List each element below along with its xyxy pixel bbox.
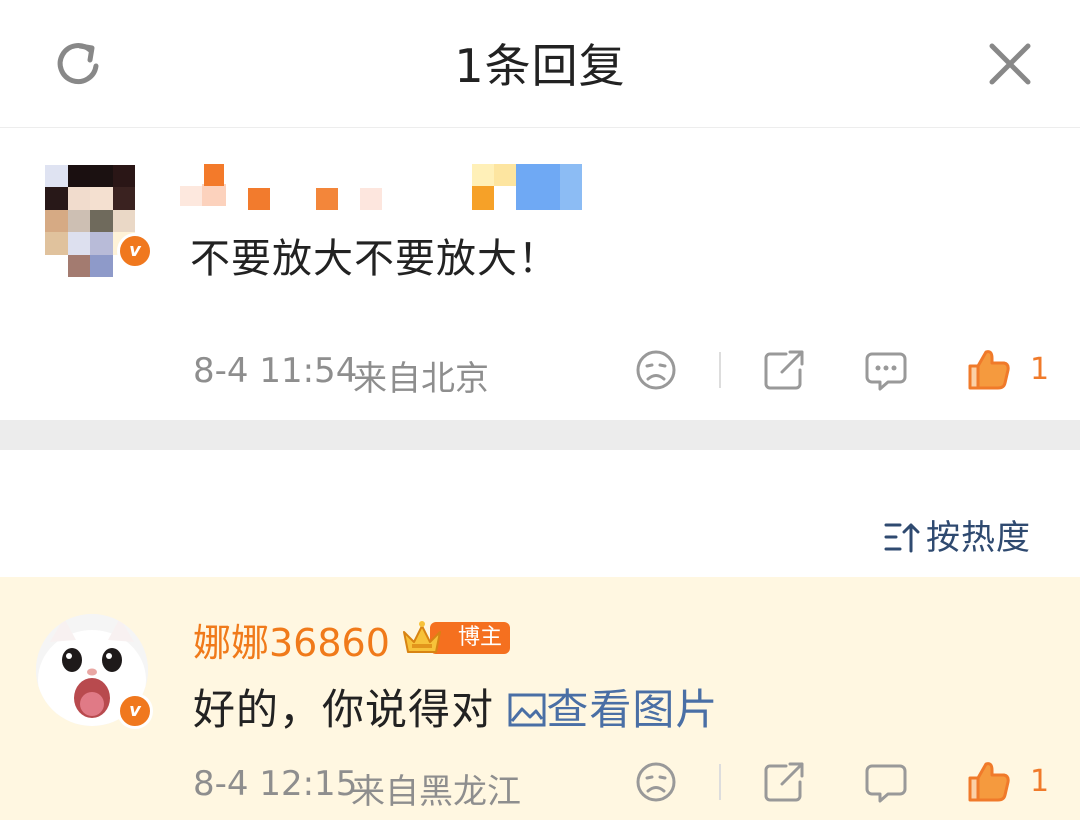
like-count: 1 bbox=[1030, 764, 1050, 799]
sort-icon bbox=[884, 523, 920, 553]
like-icon[interactable] bbox=[966, 346, 1012, 392]
comment-location: 来自北京 bbox=[353, 359, 489, 399]
comment-icon[interactable] bbox=[864, 348, 908, 392]
action-divider bbox=[719, 764, 721, 800]
comment-icon[interactable] bbox=[864, 760, 908, 804]
comment-text: 不要放大不要放大！ bbox=[190, 236, 559, 282]
image-icon bbox=[508, 693, 546, 727]
action-divider bbox=[719, 352, 721, 388]
reply-timestamp: 8-4 12:15 bbox=[193, 764, 358, 804]
share-icon[interactable] bbox=[762, 348, 806, 392]
blogger-badge-label: 博主 bbox=[458, 625, 503, 650]
sort-label: 按热度 bbox=[926, 518, 1031, 558]
share-icon[interactable] bbox=[762, 760, 806, 804]
reply-text: 好的，你说得对 bbox=[193, 685, 495, 734]
verified-badge-icon: v bbox=[117, 693, 153, 729]
comment-timestamp: 8-4 11:54 bbox=[193, 351, 358, 391]
dislike-icon[interactable] bbox=[634, 348, 678, 392]
like-icon[interactable] bbox=[966, 758, 1012, 804]
reply-username[interactable]: 娜娜36860 bbox=[193, 612, 390, 667]
like-count: 1 bbox=[1030, 352, 1050, 387]
close-icon[interactable] bbox=[982, 36, 1038, 92]
dislike-icon[interactable] bbox=[634, 760, 678, 804]
view-image-link[interactable]: 查看图片 bbox=[508, 685, 718, 734]
reply-location: 来自黑龙江 bbox=[351, 772, 521, 812]
header-divider bbox=[0, 127, 1080, 128]
reply-text-line: 好的，你说得对 查看图片 bbox=[193, 676, 718, 737]
sort-by-hot-button[interactable]: 按热度 bbox=[884, 510, 1031, 559]
view-image-label: 查看图片 bbox=[546, 685, 719, 734]
page-title: 1条回复 bbox=[454, 39, 626, 93]
username-redacted[interactable] bbox=[180, 160, 600, 216]
section-separator bbox=[0, 420, 1080, 450]
verified-badge-icon: v bbox=[117, 233, 153, 269]
